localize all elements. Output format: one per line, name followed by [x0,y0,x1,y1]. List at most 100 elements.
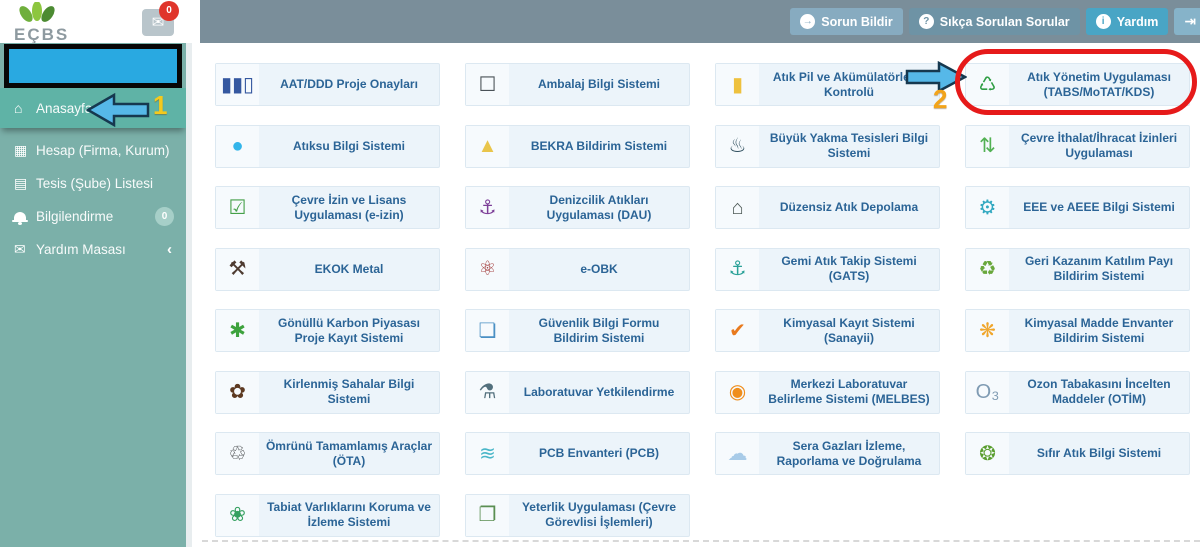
tile-label: Tabiat Varlıklarını Koruma ve İzleme Sis… [267,500,431,529]
tile-ambalaj-bilgi-sistemi[interactable]: ☐ Ambalaj Bilgi Sistemi [465,63,690,106]
arrow-right-circle-icon: → [800,14,816,29]
sidebar-item-yardim-masasi[interactable]: ✉ Yardım Masası ‹ [0,233,186,266]
tile-pcb-envanteri[interactable]: ≋ PCB Envanteri (PCB) [465,432,690,475]
tile-sifir-atik[interactable]: ❂ Sıfır Atık Bilgi Sistemi [965,432,1190,475]
chevron-left-icon: ‹ [167,241,172,258]
tile-kimyasal-kayit-sistemi[interactable]: ✔ Kimyasal Kayıt Sistemi (Sanayii) [715,309,940,352]
tile-ozon-tabakasi-otim[interactable]: O₃ Ozon Tabakasını İncelten Maddeler (OT… [965,370,1190,414]
header-buttons: → Sorun Bildir ? Sıkça Sorulan Sorular i… [790,8,1200,35]
tile-geri-kazanim-katilim-payi[interactable]: ♻ Geri Kazanım Katılım Payı Bildirim Sis… [965,247,1190,291]
binders-icon: ▮▮▯ [216,64,259,105]
tile-yeterlik-uygulamasi[interactable]: ❐ Yeterlik Uygulaması (Çevre Görevlisi İ… [465,493,690,537]
tile-label: Gemi Atık Takip Sistemi (GATS) [781,254,917,283]
water-drop-icon: ● [216,125,259,167]
nature-drop-leaf-icon: ❀ [216,494,259,536]
tile-denizcilik-atiklari[interactable]: ⚓ Denizcilik Atıkları Uygulaması (DAU) [465,186,690,229]
annotation-number-1: 1 [153,90,168,120]
tile-buyuk-yakma-tesisleri[interactable]: ♨ Büyük Yakma Tesisleri Bilgi Sistemi [715,124,940,168]
tile-label: Kirlenmiş Sahalar Bilgi Sistemi [283,377,415,406]
tile-cevre-ithalat-ihracat[interactable]: ⇅ Çevre İthalat/İhracat İzinleri Uygulam… [965,124,1190,168]
crucible-icon: ⚒ [216,248,259,290]
tile-atiksu-bilgi-sistemi[interactable]: ● Atıksu Bilgi Sistemi [215,124,440,168]
tile-merkezi-laboratuvar-melbes[interactable]: ◉ Merkezi Laboratuvar Belirleme Sistemi … [715,370,940,414]
tile-label: Çevre İthalat/İhracat İzinleri Uygulamas… [1020,131,1178,160]
tile-ekok-metal[interactable]: ⚒ EKOK Metal [215,247,440,291]
header-button-label: Yardım [1116,14,1159,29]
help-button[interactable]: i Yardım [1085,8,1169,35]
tile-sera-gazlari[interactable]: ☁ Sera Gazları İzleme, Raporlama ve Doğr… [715,432,940,475]
tile-aat-ddd-proje-onaylari[interactable]: ▮▮▯ AAT/DDD Proje Onayları [215,63,440,106]
sidebar-item-label: Anasayfa [36,100,93,116]
sidebar-item-label: Bilgilendirme [36,209,114,224]
tile-label: Güvenlik Bilgi Formu Bildirim Sistemi [538,315,660,345]
ozone-icon: O₃ [966,371,1009,413]
ecbs-logo: EÇBS [14,1,70,49]
tile-kimyasal-madde-envanter[interactable]: ❋ Kimyasal Madde Envanter Bildirim Siste… [965,309,1190,352]
report-problem-button[interactable]: → Sorun Bildir [790,8,903,35]
sidebar-item-label: Hesap (Firma, Kurum) [36,143,170,158]
document-upload-icon: ❏ [466,310,509,351]
zero-waste-icon: ❂ [966,433,1009,474]
tile-label: PCB Envanteri (PCB) [538,446,660,460]
tile-laboratuvar-yetkilendirme[interactable]: ⚗ Laboratuvar Yetkilendirme [465,370,690,414]
document-check-icon: ☑ [216,187,259,228]
tile-gemi-atik-takip[interactable]: ⚓ Gemi Atık Takip Sistemi (GATS) [715,247,940,291]
sidebar-item-label: Yardım Masası [36,242,126,257]
tile-label: Sera Gazları İzleme, Raporlama ve Doğrul… [776,438,922,468]
tile-label: Ömrünü Tamamlamış Araçlar (ÖTA) [265,438,433,468]
tile-label: Kimyasal Madde Envanter Bildirim Sistemi [1024,315,1174,345]
tile-label: e-OBK [580,261,618,276]
tile-label: Çevre İzin ve Lisans Uygulaması (e-izin) [291,192,407,222]
tile-label: EEE ve AEEE Bilgi Sistemi [1023,200,1175,214]
molecule-icon: ❋ [966,310,1009,351]
tile-e-obk[interactable]: ⚛ e-OBK [465,247,690,291]
ecbs-logo-leaves [19,1,55,22]
tile-label: Denizcilik Atıkları Uygulaması (DAU) [546,192,652,222]
faq-button[interactable]: ? Sıkça Sorulan Sorular [908,8,1080,35]
sidebar-item-tesis-listesi[interactable]: ▤ Tesis (Şube) Listesi [0,167,186,200]
tile-gonullu-karbon-piyasasi[interactable]: ✱ Gönüllü Karbon Piyasası Proje Kayıt Si… [215,309,440,352]
sidebar-item-hesap[interactable]: ▦ Hesap (Firma, Kurum) [0,134,186,167]
notification-count-badge: 0 [155,207,174,226]
tile-duzensiz-atik-depolama[interactable]: ⌂ Düzensiz Atık Depolama [715,186,940,229]
import-export-box-icon: ⇅ [966,125,1009,167]
home-icon: ⌂ [14,100,23,116]
globe-gear-icon: ⚙ [966,187,1009,228]
tile-label: EKOK Metal [314,261,384,276]
tile-eee-aeee[interactable]: ⚙ EEE ve AEEE Bilgi Sistemi [965,186,1190,229]
tile-label: BEKRA Bildirim Sistemi [530,138,668,153]
ship-icon: ⚓ [466,187,509,228]
triangle-icon: ▲ [466,125,509,167]
main-content: ▮▮▯ AAT/DDD Proje Onayları ☐ Ambalaj Bil… [192,43,1200,547]
sidebar-item-bilgilendirme[interactable]: Bilgilendirme 0 [0,200,186,233]
header-button-label: Sıkça Sorulan Sorular [939,14,1070,29]
tile-label: Kimyasal Kayıt Sistemi (Sanayii) [783,315,915,345]
flask-icon: ⚗ [466,371,509,413]
mail-badge: 0 [159,1,179,21]
sidebar-item-label: Tesis (Şube) Listesi [36,176,154,191]
tile-label: Ambalaj Bilgi Sistemi [537,77,661,91]
soil-plant-icon: ✿ [216,371,259,413]
sidebar-gutter [186,43,192,547]
tile-label: Büyük Yakma Tesisleri Bilgi Sistemi [769,131,929,160]
document-leaf-icon: ❐ [466,494,509,536]
tile-label: Geri Kazanım Katılım Payı Bildirim Siste… [1024,254,1174,283]
redaction-box [4,44,182,88]
tile-label: Sıfır Atık Bilgi Sistemi [1036,446,1162,460]
box-icon: ▤ [14,175,28,191]
tile-cevre-izin-lisans[interactable]: ☑ Çevre İzin ve Lisans Uygulaması (e-izi… [215,186,440,229]
tile-bekra-bildirim-sistemi[interactable]: ▲ BEKRA Bildirim Sistemi [465,124,690,168]
logout-button[interactable]: ⇥ Çıkış [1174,8,1200,35]
factory-icon: ♨ [716,125,759,167]
tile-label: Ozon Tabakasını İncelten Maddeler (OTİM) [1027,377,1171,406]
annotation-arrow-left-step1 [86,93,150,127]
tile-guvenlik-bilgi-formu[interactable]: ❏ Güvenlik Bilgi Formu Bildirim Sistemi [465,309,690,352]
logout-icon: ⇥ [1184,13,1197,29]
warehouse-icon: ⌂ [716,187,759,228]
tile-kirlenmis-sahalar[interactable]: ✿ Kirlenmiş Sahalar Bilgi Sistemi [215,370,440,414]
tile-tabiat-varliklari[interactable]: ❀ Tabiat Varlıklarını Koruma ve İzleme S… [215,493,440,537]
recycle-icon: ♻ [966,248,1009,290]
red-circle-highlight [955,49,1197,115]
tile-omrunu-tamamlamis-araclar[interactable]: ♲ Ömrünü Tamamlamış Araçlar (ÖTA) [215,432,440,475]
tile-label: Düzensiz Atık Depolama [779,200,919,214]
